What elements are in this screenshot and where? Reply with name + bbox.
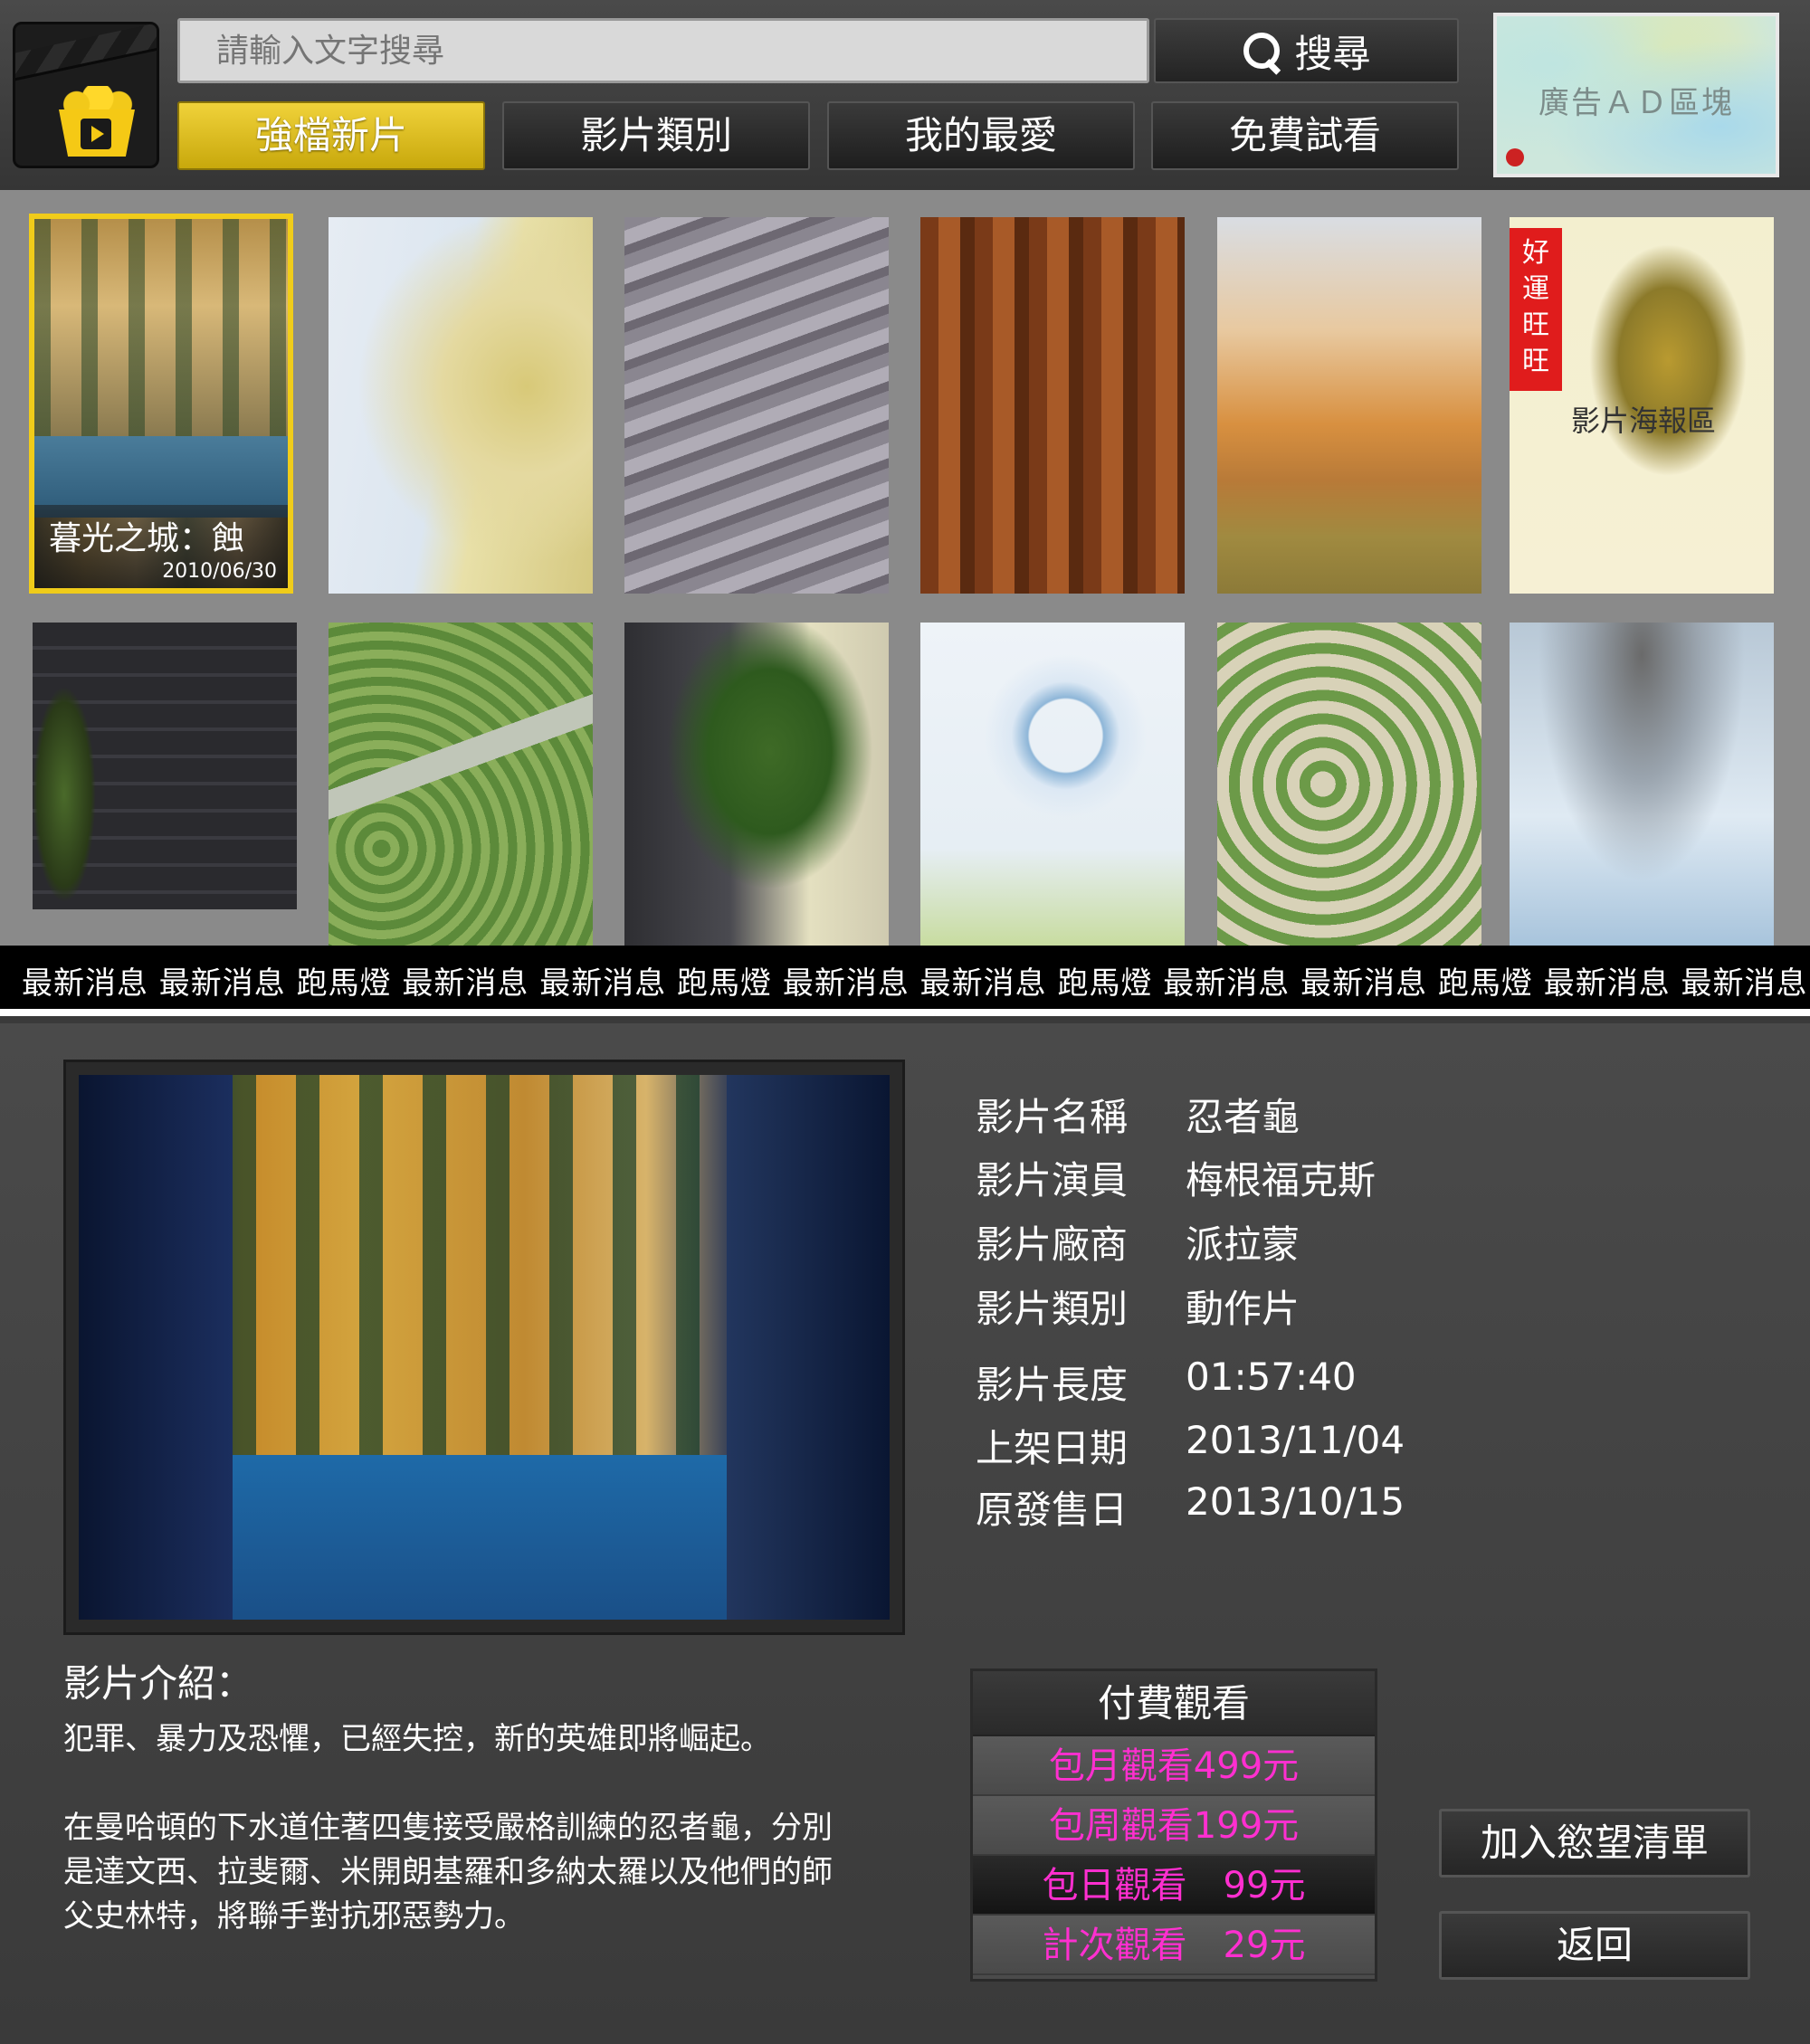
movie-detail: 影片名稱 忍者龜 影片演員 梅根福克斯 影片廠商 派拉蒙 影片類別 動作片 影片… (0, 1023, 1810, 2044)
top-bar: 搜尋 強檔新片 影片類別 我的最愛 免費試看 廣告ＡＤ區塊 (0, 0, 1810, 190)
tab-free-trial[interactable]: 免費試看 (1151, 101, 1459, 170)
pay-monthly-button[interactable]: 包月觀看499元 (973, 1736, 1375, 1796)
poster-2[interactable] (329, 217, 593, 594)
payment-header: 付費觀看 (973, 1671, 1375, 1736)
intro-line: 是達文西、拉斐爾、米開朗基羅和多納太羅以及他們的師 (63, 1854, 833, 1890)
seal-icon (1506, 148, 1524, 166)
field-label-title: 影片名稱 (976, 1095, 1129, 1139)
pay-per-view-button[interactable]: 計次觀看 29元 (973, 1916, 1375, 1975)
search-icon (1242, 31, 1281, 71)
poster-11[interactable] (1217, 623, 1481, 946)
popcorn-play-icon (55, 86, 138, 157)
poster-12[interactable] (1510, 623, 1774, 946)
news-ticker: 最新消息 最新消息 跑馬燈 最新消息 最新消息 跑馬燈 最新消息 最新消息 跑馬… (0, 946, 1810, 1016)
poster-9[interactable] (624, 623, 889, 946)
tab-hot-new[interactable]: 強檔新片 (177, 101, 485, 170)
poster-grid: 暮光之城：蝕 2010/06/30 好運旺旺 影片海報區 (0, 190, 1810, 946)
pay-weekly-button[interactable]: 包周觀看199元 (973, 1796, 1375, 1856)
poster-3[interactable] (624, 217, 889, 594)
app-logo[interactable] (13, 22, 159, 168)
field-value-listed: 2013/11/04 (1186, 1418, 1405, 1462)
field-value-studio: 派拉蒙 (1186, 1222, 1300, 1267)
field-value-genre: 動作片 (1186, 1287, 1300, 1331)
poster-caption: 影片海報區 (1571, 404, 1717, 438)
ad-block[interactable]: 廣告ＡＤ區塊 (1493, 13, 1779, 177)
field-value-cast: 梅根福克斯 (1186, 1158, 1377, 1203)
add-to-wishlist-button[interactable]: 加入慾望清單 (1439, 1809, 1750, 1878)
field-label-cast: 影片演員 (976, 1158, 1129, 1203)
field-value-title: 忍者龜 (1186, 1095, 1300, 1139)
poster-7[interactable] (33, 623, 297, 946)
back-button[interactable]: 返回 (1439, 1911, 1750, 1980)
search-input[interactable] (177, 18, 1149, 83)
intro-line: 犯罪、暴力及恐懼，已經失控，新的英雄即將崛起。 (63, 1721, 771, 1757)
search-button-label: 搜尋 (1294, 31, 1371, 76)
tab-categories[interactable]: 影片類別 (502, 101, 810, 170)
intro-line: 在曼哈頓的下水道住著四隻接受嚴格訓練的忍者龜，分別 (63, 1810, 833, 1846)
payment-panel: 付費觀看 包月觀看499元 包周觀看199元 包日觀看 99元 計次觀看 29元 (970, 1668, 1377, 1982)
field-value-release: 2013/10/15 (1186, 1479, 1405, 1524)
detail-image (79, 1075, 890, 1620)
ad-label: 廣告ＡＤ區塊 (1538, 85, 1734, 121)
poster-4[interactable] (920, 217, 1185, 594)
tab-favorites[interactable]: 我的最愛 (827, 101, 1135, 170)
field-label-genre: 影片類別 (976, 1287, 1129, 1331)
ticker-text: 最新消息 最新消息 跑馬燈 最新消息 最新消息 跑馬燈 最新消息 最新消息 跑馬… (22, 965, 1810, 1002)
poster-10[interactable] (920, 623, 1185, 946)
poster-8[interactable] (329, 623, 593, 946)
field-label-listed: 上架日期 (976, 1426, 1129, 1470)
field-label-studio: 影片廠商 (976, 1222, 1129, 1267)
poster-date: 2010/06/30 (162, 560, 277, 583)
clapperboard-icon (15, 24, 157, 81)
intro-heading: 影片介紹： (63, 1661, 254, 1706)
poster-6[interactable]: 好運旺旺 影片海報區 (1510, 217, 1774, 594)
poster-tag: 好運旺旺 (1510, 228, 1562, 391)
intro-line: 父史林特，將聯手對抗邪惡勢力。 (63, 1898, 525, 1935)
poster-title: 暮光之城：蝕 (49, 520, 245, 557)
poster-5[interactable] (1217, 217, 1481, 594)
poster-selected[interactable]: 暮光之城：蝕 2010/06/30 (29, 214, 293, 594)
pay-daily-button[interactable]: 包日觀看 99元 (973, 1856, 1375, 1916)
field-label-release: 原發售日 (976, 1488, 1129, 1532)
poster-info: 暮光之城：蝕 2010/06/30 (34, 505, 288, 588)
search-button[interactable]: 搜尋 (1154, 18, 1459, 83)
detail-image-frame (63, 1060, 905, 1635)
field-label-runtime: 影片長度 (976, 1363, 1129, 1407)
field-value-runtime: 01:57:40 (1186, 1355, 1357, 1399)
